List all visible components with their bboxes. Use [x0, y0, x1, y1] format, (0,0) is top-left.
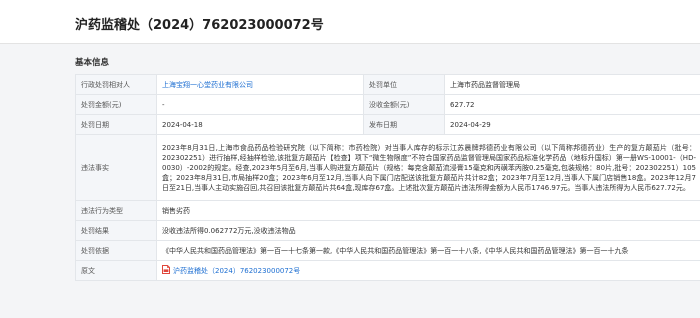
penalty-date-label: 处罚日期: [75, 114, 157, 135]
original-label: 原文: [75, 260, 157, 281]
violation-type-label: 违法行为类型: [75, 200, 157, 221]
table-row: 违法行为类型 销售劣药: [75, 200, 700, 221]
facts-label: 违法事实: [75, 134, 157, 201]
penalty-date-value: 2024-04-18: [156, 114, 364, 135]
facts-value: 2023年8月31日,上海市食品药品检验研究院（以下简称：市药检院）对当事人库存…: [156, 134, 700, 201]
penalty-amount-value: -: [156, 94, 364, 115]
penalty-unit-label: 处罚单位: [363, 74, 445, 95]
violation-type-value: 销售劣药: [156, 200, 700, 221]
result-value: 没收违法所得0.062772万元,没收违法物品: [156, 220, 700, 241]
basis-label: 处罚依据: [75, 240, 157, 261]
page-title: 沪药监稽处（2024）762023000072号: [75, 18, 324, 33]
table-row: 原文 沪药监稽处（2024）762023000072号: [75, 260, 700, 281]
table-row: 处罚日期 2024-04-18 发布日期 2024-04-29: [75, 114, 700, 135]
pdf-file-icon[interactable]: [162, 265, 170, 274]
publish-date-label: 发布日期: [363, 114, 445, 135]
publish-date-value: 2024-04-29: [444, 114, 700, 135]
confiscated-amount-label: 没收金额(元): [363, 94, 445, 115]
table-row: 行政处罚相对人 上海宝翔一心堂药业有限公司 处罚单位 上海市药品监督管理局: [75, 74, 700, 95]
admin-party-label: 行政处罚相对人: [75, 74, 157, 95]
penalty-amount-label: 处罚金额(元): [75, 94, 157, 115]
basic-info-table: 行政处罚相对人 上海宝翔一心堂药业有限公司 处罚单位 上海市药品监督管理局 处罚…: [75, 74, 700, 281]
original-document-link[interactable]: 沪药监稽处（2024）762023000072号: [173, 267, 300, 275]
basis-value: 《中华人民共和国药品管理法》第一百一十七条第一款,《中华人民共和国药品管理法》第…: [156, 240, 700, 261]
admin-party-value[interactable]: 上海宝翔一心堂药业有限公司: [156, 74, 364, 95]
original-value[interactable]: 沪药监稽处（2024）762023000072号: [156, 260, 700, 281]
section-title: 基本信息: [75, 58, 110, 68]
table-row: 违法事实 2023年8月31日,上海市食品药品检验研究院（以下简称：市药检院）对…: [75, 134, 700, 201]
table-row: 处罚依据 《中华人民共和国药品管理法》第一百一十七条第一款,《中华人民共和国药品…: [75, 240, 700, 261]
penalty-unit-value: 上海市药品监督管理局: [444, 74, 700, 95]
table-row: 处罚结果 没收违法所得0.062772万元,没收违法物品: [75, 220, 700, 241]
confiscated-amount-value: 627.72: [444, 94, 700, 115]
page-header: 沪药监稽处（2024）762023000072号: [0, 0, 700, 44]
result-label: 处罚结果: [75, 220, 157, 241]
admin-party-link[interactable]: 上海宝翔一心堂药业有限公司: [162, 81, 253, 89]
table-row: 处罚金额(元) - 没收金额(元) 627.72: [75, 94, 700, 115]
